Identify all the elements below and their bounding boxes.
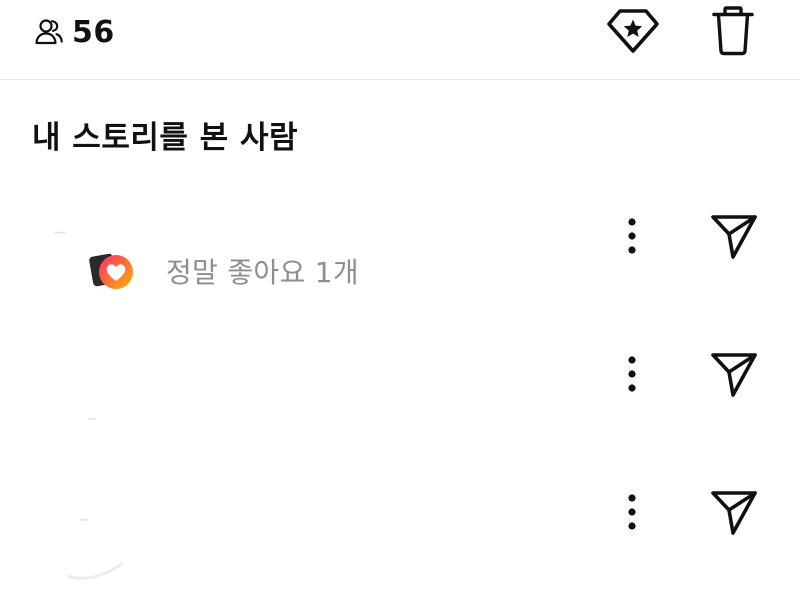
viewer-count-value: 56: [72, 14, 115, 50]
send-message-button[interactable]: [704, 210, 764, 266]
delete-button[interactable]: [705, 6, 761, 60]
love-reaction-icon: [88, 248, 136, 294]
more-vertical-icon: [627, 217, 637, 259]
trash-icon: [710, 6, 756, 60]
viewer-row[interactable]: [0, 318, 800, 438]
highlight-star-icon: [606, 8, 660, 58]
avatar[interactable]: [30, 466, 130, 580]
reaction-summary: 정말 좋아요 1개: [88, 248, 359, 294]
viewer-row[interactable]: 정말 좋아요 1개: [0, 180, 800, 300]
top-bar: 56: [0, 0, 800, 80]
send-icon: [708, 488, 760, 540]
section-title: 내 스토리를 본 사람: [32, 120, 299, 156]
viewer-count[interactable]: 56: [34, 12, 115, 52]
send-icon: [708, 212, 760, 264]
highlight-button[interactable]: [605, 8, 661, 58]
people-icon: [34, 17, 64, 47]
send-icon: [708, 350, 760, 402]
reaction-text: 정말 좋아요 1개: [166, 256, 359, 289]
more-options-button[interactable]: [612, 216, 652, 260]
more-vertical-icon: [627, 355, 637, 397]
send-message-button[interactable]: [704, 348, 764, 404]
send-message-button[interactable]: [704, 486, 764, 542]
viewer-row[interactable]: [0, 456, 800, 580]
avatar[interactable]: [30, 328, 130, 428]
more-options-button[interactable]: [612, 354, 652, 398]
more-vertical-icon: [627, 493, 637, 535]
more-options-button[interactable]: [612, 492, 652, 536]
